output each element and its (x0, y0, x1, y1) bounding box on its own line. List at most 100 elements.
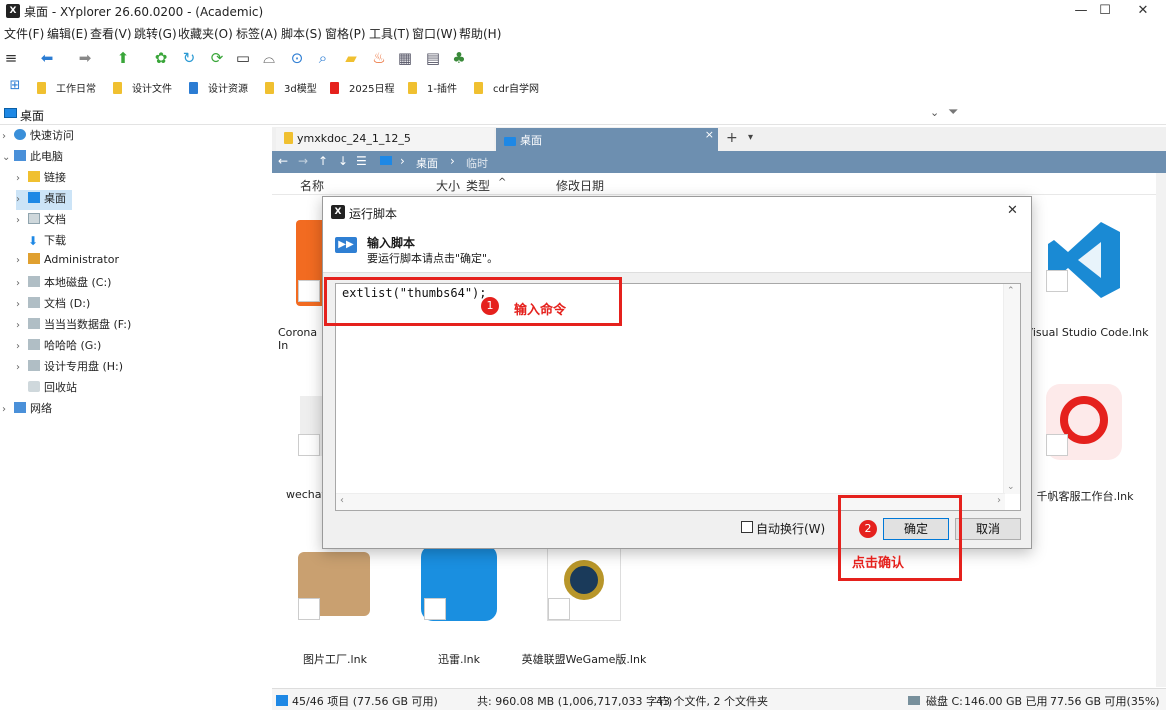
tree-item-this-pc[interactable]: ⌄ 此电脑 (2, 148, 63, 168)
file-item[interactable]: Corona In (262, 326, 326, 352)
menu-favorites[interactable]: 收藏夹(O) (178, 25, 233, 42)
monitor-icon[interactable]: ▭ (232, 47, 254, 69)
user-folder-icon (28, 253, 40, 264)
drive-icon (28, 339, 40, 350)
menu-panes[interactable]: 窗格(P) (325, 25, 366, 42)
tree-item-documents[interactable]: › 文档 (16, 211, 66, 231)
menu-go[interactable]: 跳转(G) (134, 25, 177, 42)
menu-file[interactable]: 文件(F) (4, 25, 44, 42)
desktop-icon (504, 137, 516, 146)
tree-item-drive-g[interactable]: › 哈哈哈 (G:) (16, 337, 101, 357)
menu-tools[interactable]: 工具(T) (369, 25, 410, 42)
search-icon[interactable]: ⌕ (312, 47, 334, 69)
tree-item-drive-h[interactable]: › 设计专用盘 (H:) (16, 358, 123, 378)
close-tab-icon[interactable]: × (705, 128, 714, 141)
vertical-scrollbar[interactable] (1156, 173, 1166, 687)
file-item[interactable]: Visual Studio Code.lnk (1022, 326, 1152, 339)
drive-icon[interactable]: ⌓ (258, 47, 280, 69)
run-script-icon: ▶▶ (335, 237, 357, 253)
thumbnail-view-icon[interactable]: ▦ (394, 47, 416, 69)
column-size[interactable]: 大小 (436, 177, 460, 194)
favorite-item[interactable]: 2025日程 (330, 80, 394, 95)
toolbar: ≡ ⬅ ➡ ⬆ ✿ ↻ ⟳ ▭ ⌓ ⊙ ⌕ ▰ ♨ ▦ ▤ ♣ (0, 44, 1166, 72)
word-wrap-checkbox[interactable] (741, 521, 753, 533)
file-item[interactable]: 图片工厂.lnk (270, 651, 400, 667)
drive-icon (28, 360, 40, 371)
sync-icon[interactable]: ⟳ (206, 47, 228, 69)
desktop-icon (4, 108, 17, 118)
column-modified[interactable]: 修改日期 (556, 177, 604, 194)
tree-item-downloads[interactable]: ⬇ 下载 (16, 232, 66, 252)
folder-tree: › 快速访问 ⌄ 此电脑 › 链接 › 桌面 › 文档 ⬇ 下载 › Administrato… (0, 127, 272, 687)
menu-bar: 文件(F) 编辑(E) 查看(V) 跳转(G) 收藏夹(O) 标签(A) 脚本(… (0, 22, 1166, 42)
hamburger-menu-icon[interactable]: ≡ (0, 47, 22, 69)
forward-arrow-icon[interactable]: ➡ (74, 47, 96, 69)
address-dropdown-icon[interactable]: ⌄ (930, 106, 939, 119)
tree-item-links[interactable]: › 链接 (16, 169, 66, 189)
add-favorite-icon[interactable]: ⊞ (4, 75, 26, 97)
menu-window[interactable]: 窗口(W) (412, 25, 457, 42)
folder-icon (284, 132, 293, 144)
down-icon[interactable]: ↓ (338, 154, 348, 168)
breadcrumb-temp[interactable]: 临时 (466, 155, 488, 171)
back-icon[interactable]: ← (278, 154, 288, 168)
cancel-button[interactable]: 取消 (955, 518, 1021, 540)
favorite-item[interactable]: 工作日常 (37, 80, 96, 95)
favorite-item[interactable]: 3d模型 (265, 80, 317, 95)
menu-edit[interactable]: 编辑(E) (47, 25, 88, 42)
up-arrow-icon[interactable]: ⬆ (112, 47, 134, 69)
details-view-icon[interactable]: ▤ (422, 47, 444, 69)
quick-access-icon (14, 129, 26, 140)
back-arrow-icon[interactable]: ⬅ (36, 47, 58, 69)
menu-scripting[interactable]: 脚本(S) (281, 25, 322, 42)
up-icon[interactable]: ↑ (318, 154, 328, 168)
folder-icon (474, 82, 483, 94)
menu-view[interactable]: 查看(V) (90, 25, 132, 42)
file-item[interactable]: 千帆客服工作台.lnk (1020, 488, 1150, 504)
title-bar: X 桌面 - XYplorer 26.60.0200 - (Academic) … (0, 0, 1166, 22)
tree-item-quick-access[interactable]: › 快速访问 (2, 127, 74, 147)
hot-icon[interactable]: ♨ (368, 47, 390, 69)
tree-item-drive-c[interactable]: › 本地磁盘 (C:) (16, 274, 111, 294)
close-window-button[interactable]: ✕ (1120, 0, 1166, 22)
menu-help[interactable]: 帮助(H) (459, 25, 501, 42)
tree-icon[interactable]: ♣ (448, 47, 470, 69)
address-value: 桌面 (20, 109, 45, 123)
address-bar[interactable]: 桌面 ⌄ ⏷ (0, 103, 1166, 125)
shortcut-arrow-icon (548, 598, 570, 620)
tab-desktop[interactable]: 桌面 × (496, 128, 718, 151)
forward-icon[interactable]: → (298, 154, 308, 168)
breadcrumb-desktop[interactable]: 桌面 (416, 155, 438, 171)
menu-tags[interactable]: 标签(A) (236, 25, 278, 42)
new-folder-icon[interactable]: ▰ (340, 47, 362, 69)
favorite-item[interactable]: 设计资源 (189, 80, 248, 95)
favorite-item[interactable]: cdr自学网 (474, 80, 539, 95)
file-item[interactable]: 英雄联盟WeGame版.lnk (519, 651, 649, 667)
drive-icon (908, 696, 920, 705)
refresh-icon[interactable]: ↻ (178, 47, 200, 69)
tree-item-administrator[interactable]: › Administrator (16, 253, 119, 273)
filter-icon[interactable]: ⏷ (948, 105, 958, 120)
tab-ymxkdoc[interactable]: ymxkdoc_24_1_12_5 (276, 128, 494, 151)
find-files-icon[interactable]: ⊙ (286, 47, 308, 69)
new-tab-button[interactable]: + (726, 130, 738, 146)
favorite-item[interactable]: 设计文件 (113, 80, 172, 95)
column-name[interactable]: 名称 (300, 177, 324, 194)
favorite-item[interactable]: 1-插件 (408, 80, 457, 95)
tab-menu-icon[interactable]: ▾ (748, 132, 753, 143)
column-type[interactable]: 类型 (466, 177, 490, 194)
tree-item-desktop[interactable]: › 桌面 (16, 190, 72, 210)
list-icon[interactable]: ☰ (356, 154, 367, 168)
shortcut-arrow-icon (298, 434, 320, 456)
tree-item-recycle-bin[interactable]: 回收站 (16, 379, 77, 399)
tree-item-network[interactable]: › 网络 (2, 400, 52, 420)
file-item[interactable]: 迅雷.lnk (394, 651, 524, 667)
tree-item-drive-d[interactable]: › 文档 (D:) (16, 295, 90, 315)
tree-item-drive-f[interactable]: › 当当当数据盘 (F:) (16, 316, 131, 336)
folder-icon (37, 82, 46, 94)
gear-icon[interactable]: ✿ (150, 47, 172, 69)
dialog-close-button[interactable]: ✕ (1007, 203, 1018, 218)
editor-vertical-scrollbar[interactable]: ⌃ ⌄ (1003, 284, 1020, 494)
file-item[interactable]: wechats (270, 488, 332, 501)
status-total-size: 共: 960.08 MB (1,006,717,033 字节) (477, 695, 673, 708)
